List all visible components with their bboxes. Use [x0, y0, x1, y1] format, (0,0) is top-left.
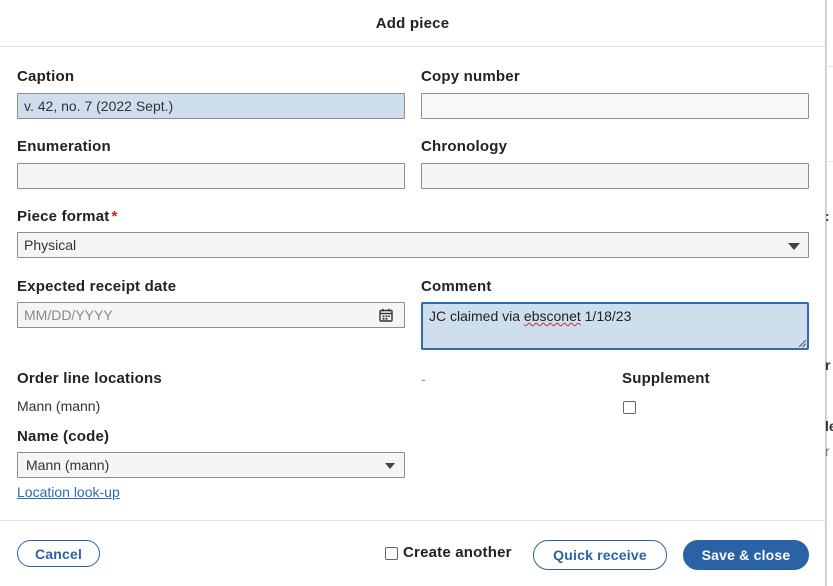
location-lookup-link[interactable]: Location look-up — [17, 484, 120, 500]
order-line-location-value: Mann (mann) — [17, 398, 101, 414]
comment-text-prefix: JC claimed via — [429, 308, 524, 324]
cancel-button[interactable]: Cancel — [17, 540, 100, 567]
required-mark: * — [111, 208, 118, 225]
background-rule — [826, 66, 833, 67]
background-rule — [826, 161, 833, 162]
save-close-button[interactable]: Save & close — [683, 540, 809, 570]
piece-format-label: Piece format * — [17, 208, 117, 225]
modal-footer: Cancel Create another Quick receive Save… — [0, 520, 826, 586]
resize-grip-icon[interactable] — [798, 339, 806, 347]
copy-number-label: Copy number — [421, 68, 520, 85]
order-line-locations-label: Order line locations — [17, 370, 162, 387]
copy-number-input[interactable] — [421, 93, 809, 119]
modal-header: Add piece — [0, 0, 825, 47]
quick-receive-button[interactable]: Quick receive — [533, 540, 667, 570]
supplement-label: Supplement — [622, 370, 710, 387]
calendar-icon[interactable] — [379, 308, 393, 322]
comment-textarea[interactable]: JC claimed via ebsconet 1/18/23 — [421, 302, 809, 350]
name-code-value: Mann (mann) — [26, 457, 110, 473]
add-piece-modal: Add piece Caption v. 42, no. 7 (2022 Sep… — [0, 0, 826, 586]
chevron-down-icon — [385, 463, 395, 469]
chronology-input[interactable] — [421, 163, 809, 189]
chronology-label: Chronology — [421, 138, 508, 155]
chevron-down-icon — [788, 243, 800, 250]
piece-format-label-text: Piece format — [17, 208, 110, 225]
modal-title: Add piece — [375, 14, 450, 32]
date-placeholder: MM/DD/YYYY — [24, 307, 113, 323]
create-another-label[interactable]: Create another — [403, 544, 512, 561]
name-code-select[interactable]: Mann (mann) — [17, 452, 405, 478]
create-another-checkbox[interactable] — [385, 547, 398, 560]
piece-format-select[interactable]: Physical — [17, 232, 809, 258]
supplement-checkbox[interactable] — [623, 401, 636, 414]
caption-input[interactable]: v. 42, no. 7 (2022 Sept.) — [17, 93, 405, 119]
enumeration-label: Enumeration — [17, 138, 111, 155]
comment-text-misspelled: ebsconet — [523, 308, 581, 324]
expected-receipt-date-label: Expected receipt date — [17, 278, 177, 295]
caption-value: v. 42, no. 7 (2022 Sept.) — [24, 98, 174, 114]
comment-text-suffix: 1/18/23 — [580, 308, 632, 324]
background-divider — [826, 0, 827, 586]
caption-label: Caption — [17, 68, 75, 85]
expected-receipt-date-input[interactable]: MM/DD/YYYY — [17, 302, 405, 328]
background-glyph: le — [825, 418, 833, 434]
comment-label: Comment — [421, 278, 492, 295]
name-code-label: Name (code) — [17, 428, 110, 445]
enumeration-input[interactable] — [17, 163, 405, 189]
piece-format-value: Physical — [24, 237, 77, 253]
empty-dash: - — [421, 371, 426, 387]
